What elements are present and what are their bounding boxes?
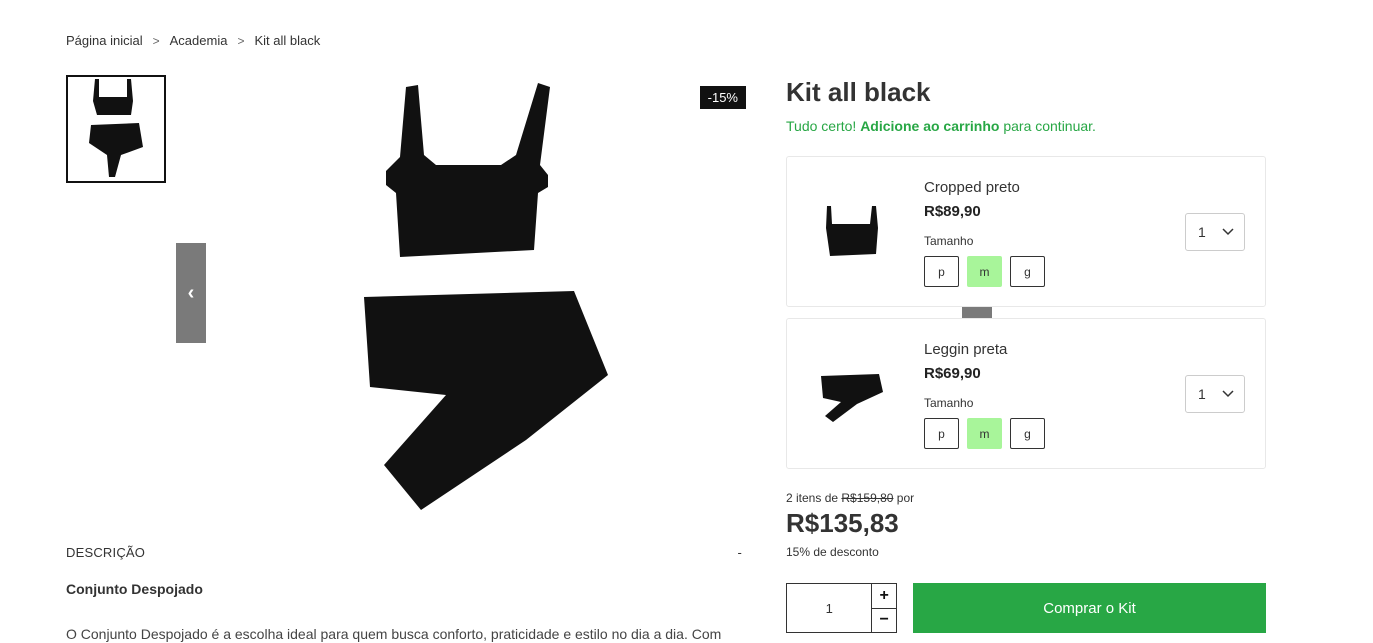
breadcrumb-home[interactable]: Página inicial xyxy=(66,33,143,48)
product-info: Kit all black Tudo certo! Adicione ao ca… xyxy=(786,75,1266,134)
item-quantity-value: 1 xyxy=(1198,224,1206,240)
breadcrumb-category[interactable]: Academia xyxy=(170,33,228,48)
chevron-left-icon: ‹ xyxy=(187,281,195,304)
quantity-stepper: 1 + − xyxy=(786,583,897,633)
size-option-p[interactable]: p xyxy=(924,256,959,287)
item-price: R$69,90 xyxy=(924,365,981,382)
kit-thumbnail-image xyxy=(89,79,143,177)
item-quantity-select[interactable]: 1 xyxy=(1185,213,1245,251)
tagline-suffix: para continuar. xyxy=(1003,118,1096,134)
size-option-g[interactable]: g xyxy=(1010,418,1045,449)
summary-suffix: por xyxy=(896,491,915,505)
kit-item-card: Leggin preta R$69,90 Tamanho p m g 1 xyxy=(786,318,1266,469)
gallery-prev-button[interactable]: ‹ xyxy=(176,243,206,343)
breadcrumb: Página inicial > Academia > Kit all blac… xyxy=(66,33,320,48)
kit-status-message: Tudo certo! Adicione ao carrinho para co… xyxy=(786,118,1266,134)
item-name: Cropped preto xyxy=(924,179,1020,196)
product-gallery: ‹ › -15% xyxy=(176,75,992,515)
item-quantity-select[interactable]: 1 xyxy=(1185,375,1245,413)
breadcrumb-current: Kit all black xyxy=(254,33,321,48)
tagline-bold: Adicione ao carrinho xyxy=(860,118,1000,134)
item-price: R$89,90 xyxy=(924,203,981,220)
kit-total-price: R$135,83 xyxy=(786,508,899,538)
buy-kit-button[interactable]: Comprar o Kit xyxy=(913,583,1266,633)
summary-prefix: 2 itens de xyxy=(786,491,839,505)
size-option-m[interactable]: m xyxy=(967,256,1002,287)
size-label: Tamanho xyxy=(924,396,974,410)
product-main-image xyxy=(326,75,626,515)
decrease-quantity-button[interactable]: − xyxy=(872,609,896,633)
size-options: p m g xyxy=(924,256,1045,287)
description-heading: DESCRIÇÃO xyxy=(66,545,146,560)
item-image xyxy=(817,197,887,267)
description-header[interactable]: DESCRIÇÃO - xyxy=(66,545,742,560)
item-image xyxy=(817,359,887,429)
product-thumbnail[interactable] xyxy=(66,75,166,183)
item-quantity-value: 1 xyxy=(1198,386,1206,402)
quantity-input[interactable]: 1 xyxy=(787,584,871,632)
kit-summary: 2 itens de R$159,80 por xyxy=(786,491,914,505)
old-price: R$159,80 xyxy=(841,491,894,505)
increase-quantity-button[interactable]: + xyxy=(872,584,896,609)
tagline-prefix: Tudo certo! xyxy=(786,118,857,134)
discount-badge: -15% xyxy=(699,86,746,109)
chevron-down-icon xyxy=(1222,390,1234,398)
description-text: O Conjunto Despojado é a escolha ideal p… xyxy=(66,626,722,642)
breadcrumb-separator: > xyxy=(237,33,245,48)
size-option-p[interactable]: p xyxy=(924,418,959,449)
description-toggle-icon[interactable]: - xyxy=(737,545,742,560)
size-label: Tamanho xyxy=(924,234,974,248)
page-title: Kit all black xyxy=(786,77,931,107)
quantity-steps: + − xyxy=(871,584,896,632)
breadcrumb-separator: > xyxy=(152,33,160,48)
chevron-down-icon xyxy=(1222,228,1234,236)
description-title: Conjunto Despojado xyxy=(66,581,203,597)
kit-item-card: Cropped preto R$89,90 Tamanho p m g 1 xyxy=(786,156,1266,307)
size-option-g[interactable]: g xyxy=(1010,256,1045,287)
discount-text: 15% de desconto xyxy=(786,545,879,559)
size-options: p m g xyxy=(924,418,1045,449)
size-option-m[interactable]: m xyxy=(967,418,1002,449)
item-name: Leggin preta xyxy=(924,341,1008,358)
